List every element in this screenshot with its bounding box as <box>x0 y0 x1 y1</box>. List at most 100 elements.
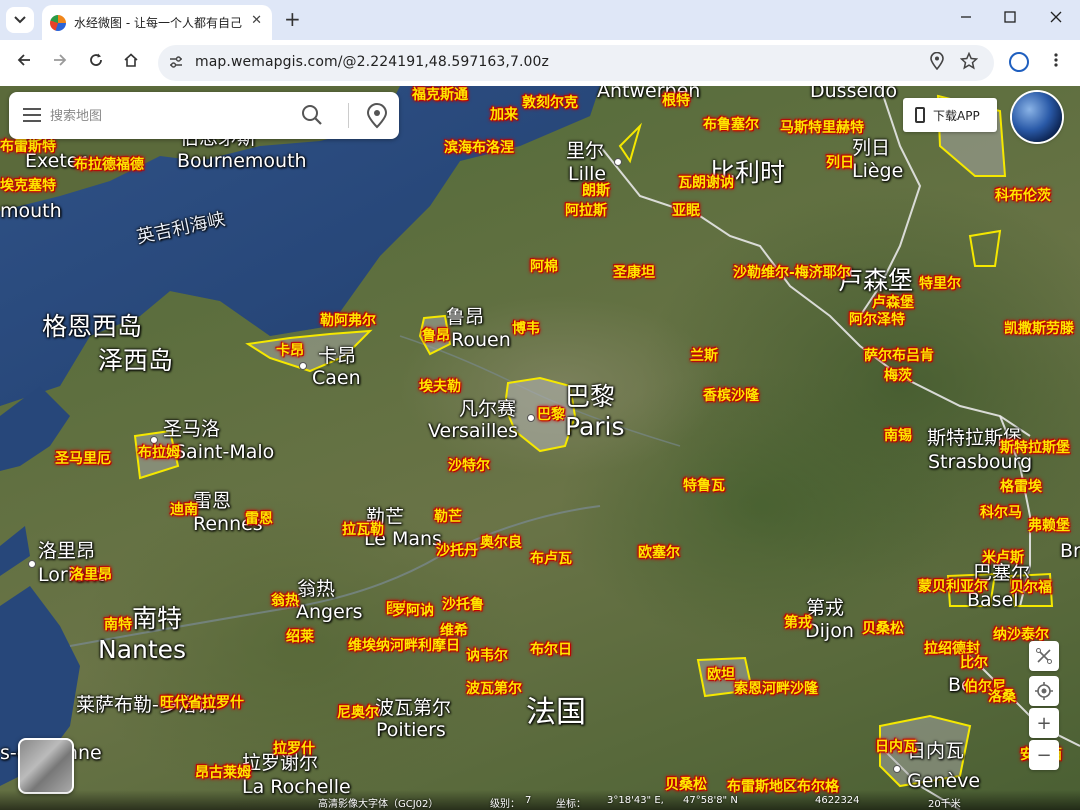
poi-label[interactable]: 兰斯 <box>690 349 718 363</box>
globe-view-icon[interactable] <box>1012 92 1062 142</box>
poi-label[interactable]: 布尔日 <box>530 643 572 657</box>
poi-label[interactable]: 尼奥尔 <box>337 706 379 720</box>
label-geneve[interactable]: Genève <box>907 772 980 791</box>
forward-arrow-icon[interactable] <box>49 52 71 74</box>
poi-label[interactable]: 科布伦茨 <box>995 189 1051 203</box>
poi-label[interactable]: 埃克塞特 <box>0 179 56 193</box>
poi-label[interactable]: 米卢斯 <box>982 551 1024 565</box>
poi-label[interactable]: 列日 <box>826 156 854 170</box>
poi-label[interactable]: 迪南 <box>170 503 198 517</box>
site-info-icon[interactable] <box>168 54 184 70</box>
label-br[interactable]: Br <box>1060 542 1080 561</box>
poi-label[interactable]: 翁热 <box>271 594 299 608</box>
city-dot-paris[interactable] <box>527 414 535 422</box>
poi-label[interactable]: 纳沙泰尔 <box>993 628 1049 642</box>
poi-label[interactable]: 维希 <box>440 624 468 638</box>
label-poitiers[interactable]: Poitiers <box>376 721 446 740</box>
poi-label[interactable]: 讷韦尔 <box>466 649 508 663</box>
location-pin-icon[interactable] <box>366 103 390 129</box>
poi-label[interactable]: 洛桑 <box>988 690 1016 704</box>
label-mouth[interactable]: mouth <box>0 202 62 221</box>
poi-label[interactable]: 根特 <box>662 94 690 108</box>
poi-label[interactable]: 贝桑松 <box>862 622 904 636</box>
label-liege-cn[interactable]: 列日 <box>852 139 890 158</box>
home-icon[interactable] <box>120 52 142 74</box>
poi-label[interactable]: 旺代省拉罗什 <box>160 696 244 710</box>
poi-label[interactable]: 滨海布洛涅 <box>444 141 514 155</box>
poi-label[interactable]: 特里尔 <box>919 277 961 291</box>
poi-label[interactable]: 沙托丹 <box>436 544 478 558</box>
back-arrow-icon[interactable] <box>13 52 35 74</box>
poi-label[interactable]: 阿棉 <box>530 260 558 274</box>
poi-label[interactable]: 阿拉斯 <box>565 204 607 218</box>
label-dusseldorf[interactable]: Düsseldo <box>810 86 897 101</box>
tab-search-button[interactable] <box>6 7 34 33</box>
poi-label[interactable]: 罗阿讷 <box>392 604 434 618</box>
poi-label[interactable]: 弗赖堡 <box>1028 519 1070 533</box>
poi-label[interactable]: 萨尔布吕肯 <box>864 349 934 363</box>
label-paris[interactable]: Paris <box>565 414 625 439</box>
city-dot-stmalo[interactable] <box>150 436 158 444</box>
layer-switcher-button[interactable] <box>18 738 74 794</box>
poi-label[interactable]: 布雷斯特 <box>0 140 56 154</box>
poi-label[interactable]: 福克斯通 <box>412 88 468 102</box>
browser-menu-icon[interactable] <box>1048 52 1064 72</box>
poi-label[interactable]: 布卢瓦 <box>530 552 572 566</box>
label-bournemouth[interactable]: Bournemouth <box>177 152 307 171</box>
address-bar[interactable]: map.wemapgis.com/@2.224191,48.597163,7.0… <box>158 45 994 81</box>
label-rouen[interactable]: Rouen <box>451 331 511 350</box>
poi-label[interactable]: 拉罗什 <box>273 742 315 756</box>
poi-label[interactable]: 欧坦 <box>707 668 735 682</box>
poi-label[interactable]: 贝尔福 <box>1010 581 1052 595</box>
label-angers-cn[interactable]: 翁热 <box>297 580 335 599</box>
poi-label[interactable]: 第戎 <box>784 616 812 630</box>
poi-label[interactable]: 布鲁塞尔 <box>703 118 759 132</box>
poi-label[interactable]: 敦刻尔克 <box>522 96 578 110</box>
poi-label[interactable]: 梅茨 <box>884 369 912 383</box>
new-tab-button[interactable]: + <box>284 8 301 30</box>
label-france[interactable]: 法国 <box>526 698 586 728</box>
zoom-out-button[interactable]: − <box>1029 740 1059 770</box>
label-paris-cn[interactable]: 巴黎 <box>565 384 615 409</box>
poi-label[interactable]: 绍莱 <box>286 630 314 644</box>
browser-tab-active[interactable]: 水经微图 - 让每一个人都有自己 ✕ <box>42 5 272 40</box>
poi-label[interactable]: 亚眠 <box>672 204 700 218</box>
label-caen-cn[interactable]: 卡昂 <box>318 347 356 366</box>
label-liege[interactable]: Liège <box>852 162 903 181</box>
poi-label[interactable]: 香槟沙隆 <box>703 389 759 403</box>
poi-label[interactable]: 布拉姆 <box>138 446 180 460</box>
poi-label[interactable]: 凯撒斯劳滕 <box>1004 322 1074 336</box>
poi-label[interactable]: 南特 <box>104 618 132 632</box>
menu-hamburger-icon[interactable] <box>23 108 41 122</box>
poi-label[interactable]: 阿尔泽特 <box>849 313 905 327</box>
poi-label[interactable]: 鲁昂 <box>422 329 450 343</box>
poi-label[interactable]: 日内瓦 <box>875 740 917 754</box>
city-dot-geneve[interactable] <box>893 765 901 773</box>
label-nantes[interactable]: Nantes <box>98 637 186 662</box>
poi-label[interactable]: 巴黎 <box>537 408 565 422</box>
location-pin-icon[interactable] <box>926 51 948 74</box>
poi-label[interactable]: 勒芒 <box>434 510 462 524</box>
poi-label[interactable]: 布拉德福德 <box>74 158 144 172</box>
city-dot-caen[interactable] <box>299 362 307 370</box>
label-angers[interactable]: Angers <box>296 603 363 622</box>
poi-label[interactable]: 圣马里厄 <box>55 452 111 466</box>
search-icon[interactable] <box>301 104 325 128</box>
poi-label[interactable]: 南锡 <box>884 429 912 443</box>
poi-label[interactable]: 勒阿弗尔 <box>320 314 376 328</box>
poi-label[interactable]: 卢森堡 <box>872 296 914 310</box>
poi-label[interactable]: 洛里昂 <box>70 568 112 582</box>
locate-me-icon[interactable] <box>1029 676 1059 706</box>
label-stmalo[interactable]: Saint-Malo <box>174 443 274 462</box>
measure-tool-icon[interactable] <box>1029 641 1059 671</box>
label-jersey[interactable]: 泽西岛 <box>98 348 173 373</box>
poi-label[interactable]: 埃夫勒 <box>419 380 461 394</box>
poi-label[interactable]: 拉瓦勒 <box>342 523 384 537</box>
poi-label[interactable]: 圣康坦 <box>613 266 655 280</box>
label-rouen-cn[interactable]: 鲁昂 <box>446 308 484 327</box>
profile-avatar-icon[interactable] <box>1009 52 1029 72</box>
minimize-window-icon[interactable] <box>956 8 976 27</box>
label-lille[interactable]: Lille <box>568 165 606 184</box>
poi-label[interactable]: 沙托鲁 <box>442 598 484 612</box>
reload-icon[interactable] <box>85 52 107 74</box>
